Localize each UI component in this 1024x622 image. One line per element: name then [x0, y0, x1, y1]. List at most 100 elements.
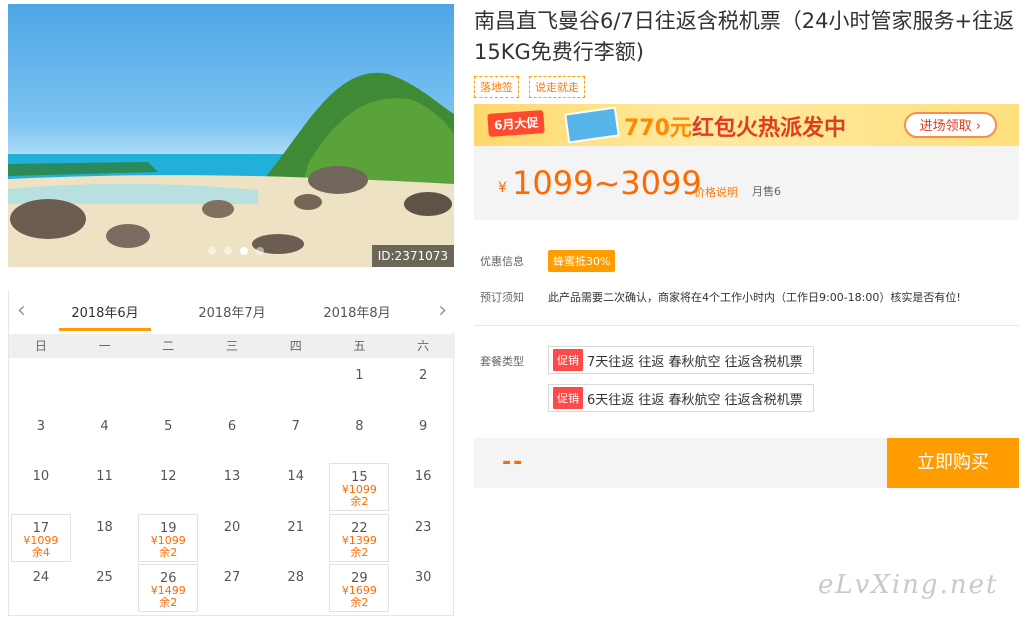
product-tags: 落地签 说走就走: [474, 76, 585, 98]
day-number: 8: [355, 418, 364, 434]
booking-notice-label: 预订须知: [480, 291, 524, 304]
price-range: 1099~3099: [512, 164, 702, 202]
calendar-day: 27: [202, 564, 262, 612]
day-number: 9: [419, 418, 428, 434]
day-number: 23: [414, 519, 432, 535]
day-number: 20: [223, 519, 241, 535]
day-remaining: 余2: [350, 545, 369, 559]
day-number: 13: [223, 469, 241, 484]
calendar-day: 9: [393, 413, 453, 461]
day-number: 30: [414, 570, 432, 585]
weekday-label: 一: [98, 339, 111, 353]
price-explanation-link[interactable]: 价格说明: [694, 184, 738, 200]
day-number: 25: [96, 570, 113, 585]
active-month-indicator: [59, 328, 151, 331]
calendar-day: 16: [393, 463, 453, 511]
tab-month-1[interactable]: 2018年6月: [59, 302, 151, 321]
day-number: 12: [160, 469, 177, 484]
day-price: ¥1099: [150, 533, 186, 547]
calendar-day: 1: [329, 362, 389, 410]
day-number: 10: [32, 469, 50, 484]
tag-visa: 落地签: [474, 76, 519, 98]
image-id-label: ID:2371073: [371, 245, 454, 267]
calendar-day: 2: [393, 362, 453, 410]
calendar-day-available[interactable]: 17 ¥1099 余4: [10, 513, 71, 562]
price-box: ¥ 1099~3099 价格说明 月售6: [474, 146, 1019, 220]
weekday-label: 二: [162, 339, 175, 353]
calendar-day: 13: [202, 463, 262, 511]
claim-button[interactable]: 进场领取 ›: [903, 112, 997, 138]
calendar-day: 25: [75, 564, 135, 612]
weekday-label: 日: [34, 339, 47, 353]
calendar-day-available[interactable]: 26 ¥1499 余2: [138, 564, 199, 612]
date-calendar: ‹ 2018年6月 2018年7月 2018年8月 › 日 一 二 三 四 五 …: [8, 290, 455, 616]
calendar-day: 11: [75, 463, 135, 511]
day-price: ¥1399: [341, 533, 377, 547]
divider: [474, 325, 1019, 326]
calendar-day: 30: [393, 564, 453, 612]
calendar-day: 23: [393, 514, 453, 562]
carousel-dots: [208, 247, 264, 255]
day-number: 18: [96, 519, 113, 535]
tag-instant: 说走就走: [529, 76, 585, 98]
weekday-label: 四: [289, 339, 302, 353]
product-hero-image[interactable]: ID:2371073: [8, 4, 454, 267]
promo-message: 红包火热派发中: [691, 116, 846, 141]
watermark: eLvXing.net: [818, 570, 999, 600]
carousel-dot[interactable]: [240, 247, 248, 255]
currency-symbol: ¥: [498, 180, 507, 196]
promo-banner[interactable]: 6月大促 770元红包火热派发中 进场领取 ›: [474, 104, 1019, 146]
day-number: 1: [355, 368, 364, 383]
day-number: 21: [287, 519, 304, 535]
calendar-day: 18: [75, 514, 135, 562]
carousel-dot[interactable]: [224, 247, 232, 255]
package-option-2[interactable]: 促销 6天往返 往返 春秋航空 往返含税机票: [548, 384, 814, 412]
calendar-day: 5: [138, 413, 198, 461]
calendar-day: 3: [11, 413, 71, 461]
carousel-dot[interactable]: [256, 247, 264, 255]
calendar-day: 28: [266, 564, 326, 612]
day-number: 28: [287, 570, 304, 585]
day-number: 6: [227, 418, 237, 434]
total-price-placeholder: --: [502, 450, 525, 475]
calendar-day-available[interactable]: 15 ¥1099 余2: [329, 463, 390, 511]
day-number: 5: [164, 418, 173, 434]
day-remaining: 余2: [350, 596, 369, 609]
calendar-day: 4: [75, 413, 135, 461]
tab-month-2[interactable]: 2018年7月: [186, 302, 278, 321]
calendar-day: 8: [329, 413, 389, 461]
prev-month-icon[interactable]: ‹: [17, 298, 26, 323]
booking-notice-text: 此产品需要二次确认，商家将在4个工作小时内（工作日9:00-18:00）核实是否…: [548, 291, 961, 304]
next-month-icon[interactable]: ›: [438, 298, 447, 323]
product-page: ID:2371073 ‹ 2018年6月 2018年7月 2018年8月 › 日…: [0, 0, 1024, 622]
day-price: ¥1099: [23, 533, 59, 547]
product-title: 南昌直飞曼谷6/7日往返含税机票（24小时管家服务+往返15KG免费行李额): [474, 9, 1015, 64]
calendar-day-available[interactable]: 19 ¥1099 余2: [138, 513, 199, 562]
weekday-label: 五: [353, 339, 366, 353]
tab-month-3[interactable]: 2018年8月: [311, 302, 403, 321]
day-number: 14: [287, 469, 304, 484]
calendar-day-available[interactable]: 29 ¥1699 余2: [329, 564, 390, 612]
buy-now-button[interactable]: 立即购买: [887, 438, 1019, 488]
promo-amount: 770元: [624, 116, 692, 141]
day-remaining: 余4: [31, 545, 50, 559]
weekday-label: 六: [417, 339, 430, 353]
promo-info-label: 优惠信息: [480, 255, 524, 268]
day-number: 4: [100, 418, 109, 434]
calendar-day: 21: [266, 514, 326, 562]
weekday-label: 三: [226, 339, 239, 353]
calendar-day: 12: [138, 463, 198, 511]
day-remaining: 余2: [159, 596, 178, 609]
package-type-label: 套餐类型: [480, 355, 524, 368]
package-name: 7天往返 往返 春秋航空 往返含税机票: [587, 354, 803, 370]
day-number: 24: [32, 570, 50, 585]
beach-scene-image: [8, 72, 454, 267]
calendar-day: 10: [11, 463, 71, 511]
package-option-1[interactable]: 促销 7天往返 往返 春秋航空 往返含税机票: [548, 346, 814, 374]
carousel-dot[interactable]: [208, 247, 216, 255]
calendar-day-available[interactable]: 22 ¥1399 余2: [329, 513, 390, 562]
calendar-day: 7: [266, 413, 326, 461]
day-remaining: 余2: [350, 495, 369, 508]
weekday-header: 日 一 二 三 四 五 六: [9, 334, 455, 358]
promo-tag: 促销: [553, 349, 583, 371]
